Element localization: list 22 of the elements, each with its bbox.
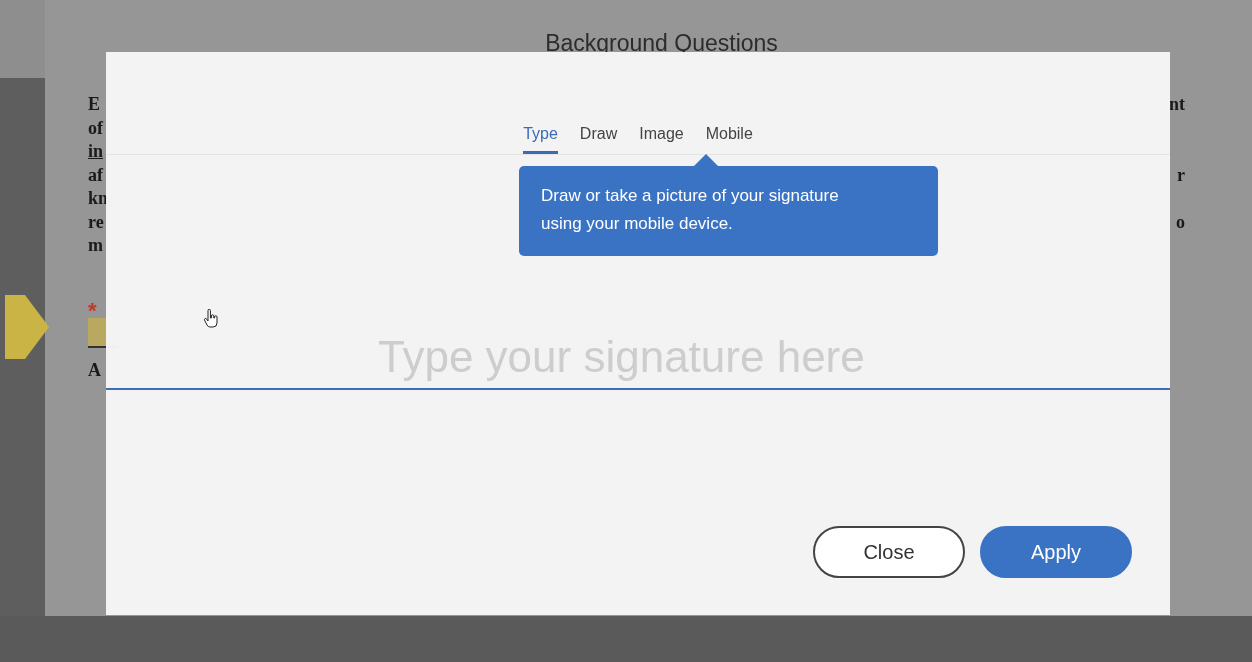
apply-button[interactable]: Apply [980, 526, 1132, 578]
tab[interactable]: Image [639, 122, 684, 154]
required-mark: * [88, 297, 97, 323]
field-label: A [88, 359, 101, 381]
paragraph-fragment: r [1177, 163, 1185, 187]
tab[interactable]: Draw [579, 122, 618, 154]
paragraph-fragment: m [88, 234, 103, 257]
paragraph-fragment: nt [1169, 93, 1185, 116]
pointer-arrow-icon [5, 295, 49, 359]
tab[interactable]: Mobile [705, 122, 753, 154]
paragraph-fragment: af [88, 163, 103, 187]
paragraph-fragment: re [88, 210, 104, 234]
paragraph-fragment: of [88, 116, 103, 140]
paragraph-fragment: o [1176, 210, 1185, 234]
tooltip: Draw or take a picture of your signature using your mobile device. [519, 166, 938, 256]
document-title: Background Questions [544, 30, 779, 58]
hand-cursor-icon [203, 309, 219, 329]
tooltip-arrow-icon [694, 154, 718, 166]
tab[interactable]: Type [523, 122, 558, 154]
paragraph-fragment: in [88, 140, 103, 163]
paragraph-fragment: E [88, 93, 100, 116]
close-button[interactable]: Close [813, 526, 965, 578]
